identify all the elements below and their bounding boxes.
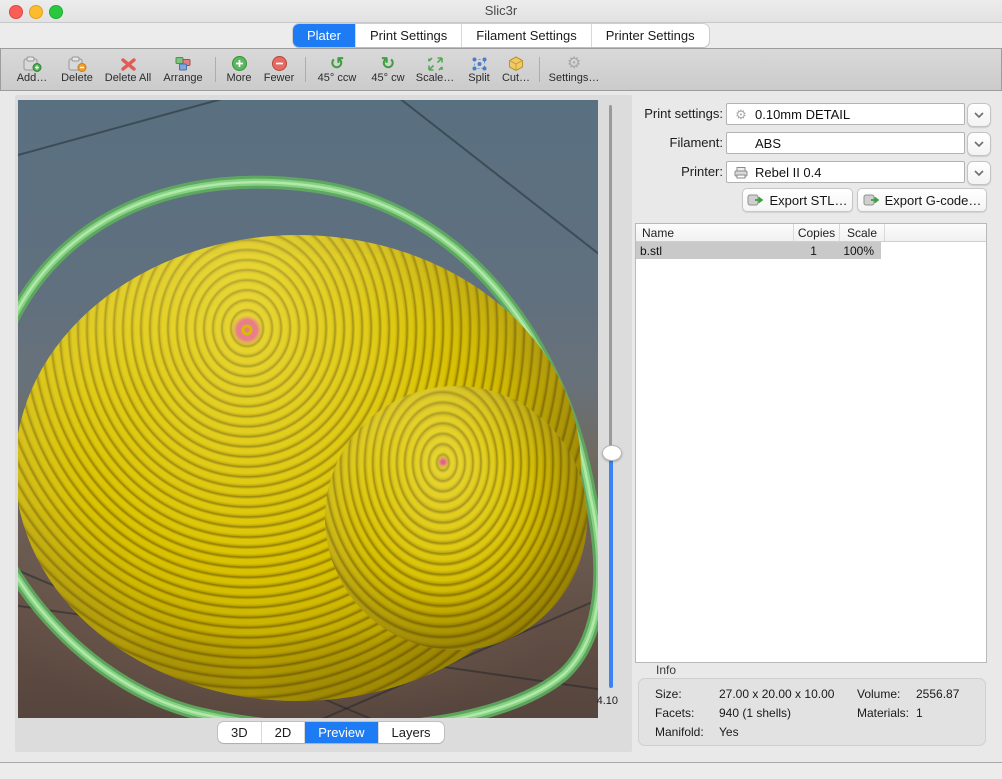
- box-add-icon: [9, 53, 55, 72]
- tab-filament-settings[interactable]: Filament Settings: [462, 24, 591, 47]
- export-stl-label: Export STL…: [769, 193, 847, 208]
- print-settings-dropdown-button[interactable]: [967, 103, 991, 127]
- info-section-title: Info: [656, 663, 676, 677]
- large-object-top-marker: [225, 308, 269, 352]
- cut-button[interactable]: Cut…: [497, 53, 535, 85]
- print-settings-select[interactable]: ⚙ 0.10mm DETAIL: [726, 103, 965, 125]
- fewer-button[interactable]: Fewer: [257, 53, 301, 85]
- layer-slider-track[interactable]: [609, 105, 612, 447]
- red-minus-icon: [257, 53, 301, 72]
- scale-arrows-icon: [411, 53, 459, 72]
- view-tab-3d[interactable]: 3D: [218, 722, 262, 743]
- chevron-down-icon: [974, 112, 984, 118]
- printer-select[interactable]: Rebel II 0.4: [726, 161, 965, 183]
- table-header: Name Copies Scale: [636, 224, 986, 242]
- settings-button[interactable]: ⚙ Settings…: [545, 53, 603, 85]
- gear-icon: ⚙: [545, 53, 603, 72]
- printer-dropdown-button[interactable]: [967, 161, 991, 185]
- size-label: Size:: [655, 687, 682, 701]
- delete-button[interactable]: Delete: [55, 53, 99, 85]
- table-row[interactable]: b.stl 1 100%: [636, 242, 881, 259]
- chevron-down-icon: [974, 170, 984, 176]
- status-bar: [0, 762, 1002, 779]
- title-bar: Slic3r: [0, 0, 1002, 23]
- filament-select[interactable]: ABS: [726, 132, 965, 154]
- more-button[interactable]: More: [221, 53, 257, 85]
- printer-label: Printer:: [632, 164, 723, 179]
- layer-slider-thumb[interactable]: [602, 445, 622, 461]
- object-list-table[interactable]: Name Copies Scale b.stl 1 100%: [635, 223, 987, 663]
- cut-box-icon: [497, 53, 535, 72]
- chevron-down-icon: [974, 141, 984, 147]
- box-remove-icon: [55, 53, 99, 72]
- green-plus-icon: [221, 53, 257, 72]
- column-header-name[interactable]: Name: [636, 224, 794, 241]
- info-box: Size: 27.00 x 20.00 x 10.00 Volume: 2556…: [638, 678, 986, 746]
- materials-label: Materials:: [857, 706, 909, 720]
- rotate-ccw-button[interactable]: ↺ 45° ccw: [311, 53, 363, 85]
- cell-name: b.stl: [636, 242, 791, 259]
- print-settings-label: Print settings:: [632, 106, 723, 121]
- sliced-object-small[interactable]: [325, 386, 587, 650]
- arrange-button[interactable]: Arrange: [157, 53, 209, 85]
- view-mode-tabs: 3D 2D Preview Layers: [218, 722, 444, 743]
- 3d-preview-viewport[interactable]: [18, 100, 598, 718]
- cell-scale: 100%: [836, 242, 881, 259]
- layer-slider-value: 4.10: [578, 695, 618, 707]
- printer-value: Rebel II 0.4: [755, 165, 822, 180]
- gear-icon: ⚙: [732, 106, 750, 123]
- main-tabs: Plater Print Settings Filament Settings …: [293, 24, 709, 47]
- export-gcode-button[interactable]: Export G-code…: [857, 188, 987, 212]
- scale-button[interactable]: Scale…: [411, 53, 459, 85]
- column-header-scale[interactable]: Scale: [840, 224, 885, 241]
- view-tab-layers[interactable]: Layers: [379, 722, 444, 743]
- tab-printer-settings[interactable]: Printer Settings: [592, 24, 709, 47]
- volume-value: 2556.87: [916, 687, 959, 701]
- window-title: Slic3r: [0, 3, 1002, 18]
- view-tab-2d[interactable]: 2D: [262, 722, 306, 743]
- manifold-label: Manifold:: [655, 725, 704, 739]
- export-icon: [863, 193, 880, 207]
- filament-dropdown-button[interactable]: [967, 132, 991, 156]
- settings-panel: Print settings: ⚙ 0.10mm DETAIL Filament…: [632, 95, 998, 762]
- cell-copies: 1: [791, 242, 837, 259]
- filament-label: Filament:: [632, 135, 723, 150]
- toolbar-separator: [215, 57, 216, 82]
- size-value: 27.00 x 20.00 x 10.00: [719, 687, 834, 701]
- rotate-ccw-icon: ↺: [311, 53, 363, 72]
- split-button[interactable]: Split: [461, 53, 497, 85]
- slic3r-window: { "window": { "title": "Slic3r" }, "top_…: [0, 0, 1002, 778]
- layer-slider-track-filled[interactable]: [609, 455, 613, 688]
- tab-plater[interactable]: Plater: [293, 24, 356, 47]
- red-x-icon: [99, 53, 157, 72]
- cubes-icon: [157, 53, 209, 72]
- toolbar: Add… Delete Delete All Arrange More Fewe…: [0, 48, 1002, 91]
- manifold-value: Yes: [719, 725, 739, 739]
- small-object-top-marker: [437, 456, 449, 468]
- tab-print-settings[interactable]: Print Settings: [356, 24, 462, 47]
- facets-label: Facets:: [655, 706, 694, 720]
- plater-panel: 4.10 3D 2D Preview Layers: [15, 95, 632, 752]
- export-icon: [747, 193, 764, 207]
- view-tab-preview[interactable]: Preview: [305, 722, 378, 743]
- export-gcode-label: Export G-code…: [885, 193, 982, 208]
- add-button[interactable]: Add…: [9, 53, 55, 85]
- split-dots-icon: [461, 53, 497, 72]
- rotate-cw-button[interactable]: ↻ 45° cw: [365, 53, 411, 85]
- materials-value: 1: [916, 706, 923, 720]
- delete-all-button[interactable]: Delete All: [99, 53, 157, 85]
- column-header-copies[interactable]: Copies: [794, 224, 840, 241]
- toolbar-separator: [305, 57, 306, 82]
- print-settings-value: 0.10mm DETAIL: [755, 107, 850, 122]
- rotate-cw-icon: ↻: [365, 53, 411, 72]
- toolbar-separator: [539, 57, 540, 82]
- filament-value: ABS: [755, 136, 781, 151]
- printer-icon: [732, 166, 750, 179]
- volume-label: Volume:: [857, 687, 900, 701]
- facets-value: 940 (1 shells): [719, 706, 791, 720]
- export-stl-button[interactable]: Export STL…: [742, 188, 853, 212]
- main-tab-row: Plater Print Settings Filament Settings …: [0, 23, 1002, 48]
